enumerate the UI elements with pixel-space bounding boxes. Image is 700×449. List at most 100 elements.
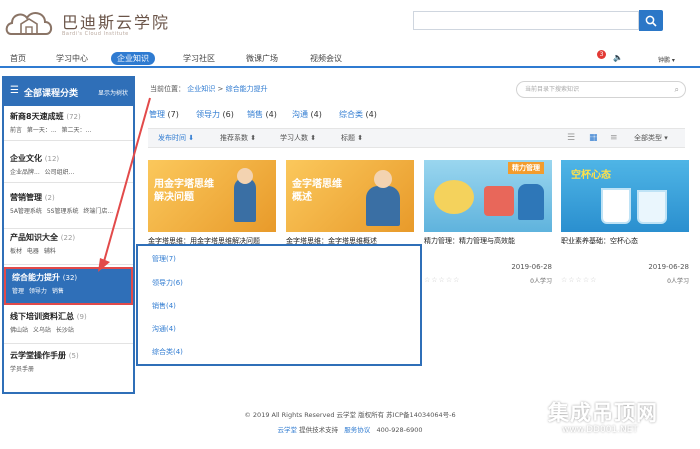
category-item-selected[interactable]: 综合能力提升 (32) 管理 领导力 销售 [4, 267, 133, 305]
category-subs[interactable]: 板材 电器 辅料 [10, 246, 56, 255]
support-text: 提供技术支持 [299, 426, 339, 434]
search-icon [645, 15, 657, 27]
tag-label: 领导力 [196, 110, 220, 119]
sort-label: 推荐系数 [220, 134, 248, 142]
subcategory-dropdown: 管理(7) 领导力(6) 销售(4) 沟通(4) 综合类(4) [136, 244, 422, 366]
search-input[interactable] [413, 11, 639, 30]
category-name: 企业文化 [10, 154, 42, 163]
category-tag[interactable]: 销售 (4) [247, 109, 277, 120]
watermark-url: www.DD001.NET [562, 425, 638, 435]
category-item[interactable]: 营销管理 (2) 5A管理系统 5S管理系统 终端门店... [4, 189, 133, 229]
user-menu[interactable]: 钟鹏 ▾ [658, 55, 675, 64]
subcategory-item[interactable]: 领导力(6) [152, 278, 183, 288]
list-view-icon[interactable]: ☰ [567, 133, 575, 143]
nav-learning-center[interactable]: 学习中心 [50, 52, 94, 65]
category-item[interactable]: 新商8天速成班 (72) 前言 第一天：... 第二天：... [4, 108, 133, 141]
course-card[interactable]: 金字塔思维 概述 金字塔思维：金字塔思维概述 [286, 160, 414, 245]
knowledge-search-input[interactable]: 当前目录下搜索知识 ⌕ [516, 81, 686, 98]
sort-recommend[interactable]: 推荐系数 ⬍ [220, 133, 256, 143]
course-thumbnail[interactable]: 空杯心态 [561, 160, 689, 232]
course-thumbnail[interactable]: 用金字塔思维解决问题 [148, 160, 276, 232]
search-icon[interactable]: ⌕ [675, 82, 679, 97]
thumbnail-text: 精力管理 [508, 162, 544, 174]
course-title[interactable]: 精力管理：精力管理与高效能 [424, 236, 552, 246]
main-nav: 首页 学习中心 企业知识 学习社区 微课广场 视频会议 [0, 49, 700, 68]
subcategory-item[interactable]: 沟通(4) [152, 324, 176, 334]
search-button[interactable] [639, 10, 663, 31]
category-subs[interactable]: 佛山站 义乌站 长沙站 [10, 325, 74, 334]
category-item[interactable]: 云学堂操作手册 (5) 学员手册 [4, 347, 133, 381]
sort-label: 标题 [341, 134, 355, 142]
category-subs[interactable]: 5A管理系统 5S管理系统 终端门店... [10, 206, 113, 215]
user-name: 钟鹏 [658, 57, 671, 64]
tree-view-toggle[interactable]: 显示为树状 [98, 88, 128, 97]
support-link[interactable]: 云学堂 [277, 426, 297, 434]
tag-label: 管理 [149, 110, 165, 119]
brand-name: 巴迪斯云学院 [62, 13, 171, 32]
category-name: 综合能力提升 [12, 273, 60, 282]
type-filter[interactable]: 全部类型 ▾ [634, 133, 668, 143]
thumbnail-text: 用金字塔思维解决问题 [154, 179, 214, 203]
tag-count: (4) [310, 110, 322, 119]
category-tag[interactable]: 综合类 (4) [339, 109, 377, 120]
sort-publish-time[interactable]: 发布时间 ⬇ [158, 133, 194, 143]
course-card[interactable]: 精力管理 精力管理：精力管理与高效能 2019-06-28 ☆☆☆☆☆ 0人学习 [424, 160, 552, 285]
nav-enterprise-knowledge[interactable]: 企业知识 [111, 52, 155, 65]
nav-microcourse[interactable]: 微课广场 [240, 52, 284, 65]
course-thumbnail[interactable]: 金字塔思维 概述 [286, 160, 414, 232]
learner-count: 0人学习 [667, 278, 689, 285]
category-count: (2) [44, 194, 55, 202]
nav-video-meeting[interactable]: 视频会议 [304, 52, 348, 65]
subcategory-item[interactable]: 销售(4) [152, 301, 176, 311]
category-item[interactable]: 线下培训资料汇总 (9) 佛山站 义乌站 长沙站 [4, 308, 133, 344]
grid-view-icon[interactable]: ▦ [589, 133, 598, 143]
category-tag[interactable]: 管理 (7) [149, 109, 179, 120]
watermark-title: 集成吊顶网 [548, 401, 658, 425]
category-tag[interactable]: 沟通 (4) [292, 109, 322, 120]
speaker-icon[interactable]: 🔈 [613, 53, 623, 62]
support-phone: 400-928-6900 [376, 426, 423, 434]
breadcrumb-current[interactable]: 综合能力提升 [226, 85, 268, 93]
tag-label: 综合类 [339, 110, 363, 119]
course-card[interactable]: 空杯心态 职业素养基础：空杯心态 2019-06-28 ☆☆☆☆☆ 0人学习 [561, 160, 689, 285]
tag-count: (7) [167, 110, 179, 119]
nav-home[interactable]: 首页 [4, 52, 32, 65]
sort-title[interactable]: 标题 ⬍ [341, 133, 363, 143]
subcategory-item[interactable]: 管理(7) [152, 254, 176, 264]
category-item[interactable]: 产品知识大全 (22) 板材 电器 辅料 [4, 229, 133, 265]
thumbnail-text: 金字塔思维 概述 [292, 179, 342, 203]
watermark: 集成吊顶网 www.DD001.NET [504, 393, 700, 449]
category-count: (9) [76, 313, 87, 321]
category-count: (12) [44, 155, 60, 163]
category-subs[interactable]: 前言 第一天：... 第二天：... [10, 125, 91, 134]
course-title[interactable]: 职业素养基础：空杯心态 [561, 236, 689, 246]
category-subs[interactable]: 学员手册 [10, 364, 34, 373]
course-thumbnail[interactable]: 精力管理 [424, 160, 552, 232]
notification-badge[interactable]: 3 [597, 50, 606, 59]
header: 巴迪斯云学院 Bardi's Cloud Institute [0, 0, 700, 46]
tag-count: (4) [265, 110, 277, 119]
thumbnail-text: 空杯心态 [571, 170, 611, 181]
category-subs[interactable]: 企业品牌... 公司组织... [10, 167, 74, 176]
tag-label: 销售 [247, 110, 263, 119]
category-count: (22) [60, 234, 76, 242]
tag-count: (4) [365, 110, 377, 119]
breadcrumb-label: 当前位置： [150, 85, 185, 93]
subcategory-item[interactable]: 综合类(4) [152, 347, 183, 357]
sort-bar: 发布时间 ⬇ 推荐系数 ⬍ 学习人数 ⬍ 标题 ⬍ ☰ ▦ ≡ 全部类型 ▾ [148, 128, 685, 148]
tag-label: 沟通 [292, 110, 308, 119]
course-card[interactable]: 用金字塔思维解决问题 金字塔思维：用金字塔思维解决问题 [148, 160, 276, 245]
learner-count: 0人学习 [530, 278, 552, 285]
nav-community[interactable]: 学习社区 [177, 52, 221, 65]
course-date: 2019-06-28 [648, 263, 689, 271]
category-tag[interactable]: 领导力 (6) [196, 109, 234, 120]
search-placeholder: 当前目录下搜索知识 [525, 86, 580, 93]
type-filter-label: 全部类型 [634, 134, 662, 142]
category-subs[interactable]: 管理 领导力 销售 [12, 286, 64, 295]
sort-label: 发布时间 [158, 134, 186, 142]
service-agreement-link[interactable]: 服务协议 [344, 426, 370, 434]
sort-learners[interactable]: 学习人数 ⬍ [280, 133, 316, 143]
breadcrumb-root[interactable]: 企业知识 [187, 85, 215, 93]
detail-view-icon[interactable]: ≡ [610, 133, 618, 143]
category-item[interactable]: 企业文化 (12) 企业品牌... 公司组织... [4, 150, 133, 183]
